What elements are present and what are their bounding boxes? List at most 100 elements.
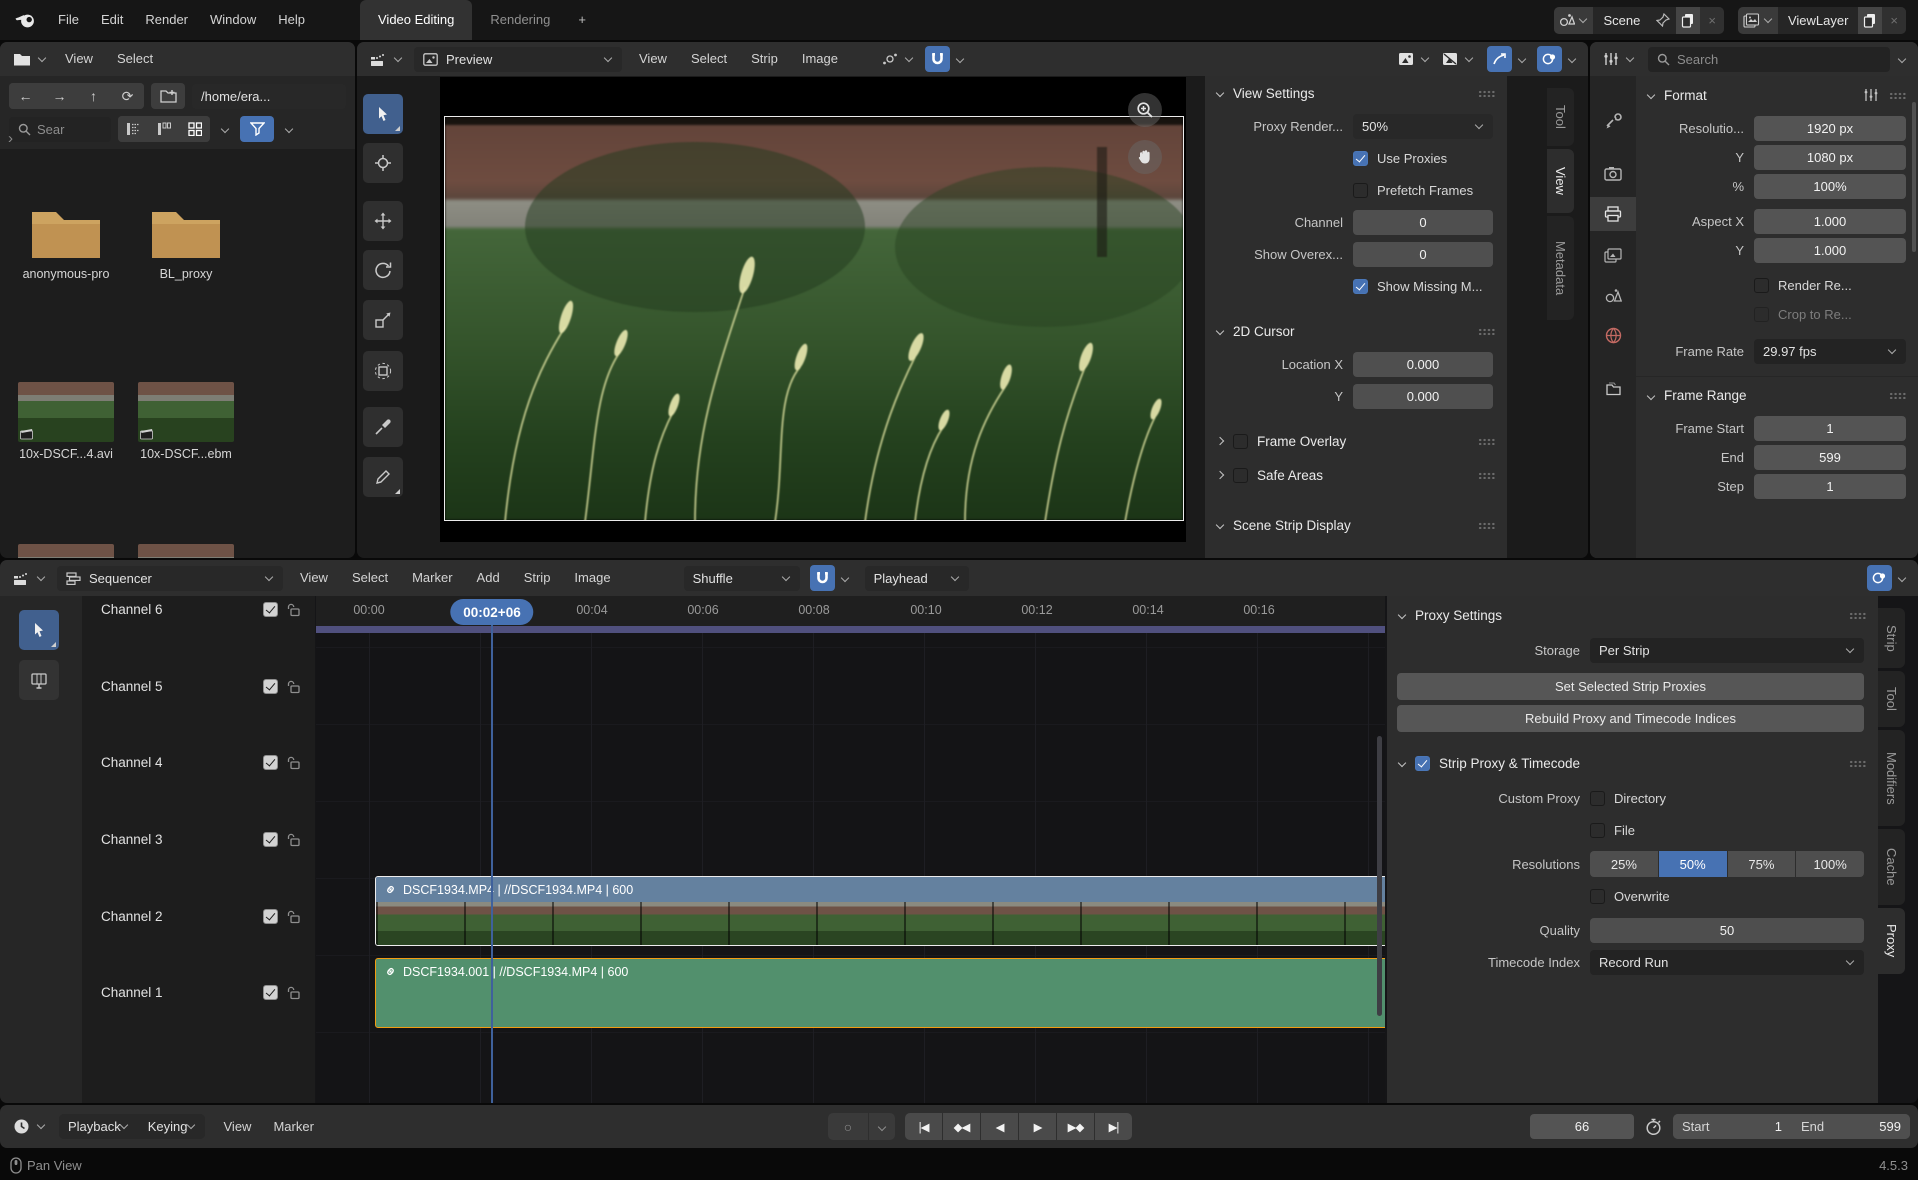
format-panel-header[interactable]: Format [1636,76,1918,114]
resolution-100-button[interactable]: 100% [1796,851,1864,877]
panel-drag-icon[interactable] [1889,92,1906,99]
channel-visibility-checkbox[interactable] [263,909,278,924]
video-strip[interactable]: DSCF1934.MP4 | //DSCF1934.MP4 | 600 [375,876,1385,946]
scale-tool[interactable] [363,300,403,340]
proxy-render-size-dropdown[interactable]: 50% [1353,114,1493,139]
playhead-menu-dropdown[interactable]: Playhead [865,566,969,591]
rotate-tool[interactable] [363,250,403,290]
panel-drag-icon[interactable] [1889,392,1906,399]
tab-metadata[interactable]: Metadata [1547,216,1574,320]
preview-canvas[interactable] [440,77,1186,542]
panel-drag-icon[interactable] [1849,612,1866,619]
list-item[interactable]: 10x-DSCF...4.avi [8,382,124,462]
menu-window[interactable]: Window [199,3,267,37]
snap-settings-dropdown-icon[interactable] [837,565,853,591]
tab-strip[interactable]: Strip [1878,608,1905,668]
custom-file-checkbox[interactable] [1590,823,1605,838]
use-proxies-checkbox[interactable] [1353,151,1368,166]
channel-visibility-checkbox[interactable] [263,985,278,1000]
output-properties-tab[interactable] [1590,197,1636,231]
fb-menu-view[interactable]: View [54,42,104,76]
scene-name[interactable]: Scene [1593,13,1650,28]
gizmos-icon[interactable] [1487,46,1512,72]
aspect-y-field[interactable]: 1.000 [1754,238,1906,263]
seq-menu-marker[interactable]: Marker [401,561,463,595]
play-button[interactable]: ▶ [1019,1113,1056,1140]
select-box-tool[interactable] [363,94,403,134]
previous-keyframe-button[interactable]: ◆◀ [943,1113,980,1140]
view-layer-properties-tab[interactable] [1590,238,1636,272]
menu-file[interactable]: File [47,3,90,37]
cursor-location-x-field[interactable]: 0.000 [1353,352,1493,377]
tab-cache[interactable]: Cache [1878,829,1905,905]
channel-visibility-checkbox[interactable] [263,832,278,847]
safe-areas-checkbox[interactable] [1233,468,1248,483]
menu-render[interactable]: Render [134,3,199,37]
thumbnail-display-icon[interactable] [180,116,210,142]
quality-field[interactable]: 50 [1590,918,1864,943]
transform-tool[interactable] [363,351,403,391]
sample-tool[interactable] [363,407,403,447]
audio-strip[interactable]: DSCF1934.001 | //DSCF1934.MP4 | 600 [375,958,1385,1028]
lock-open-icon[interactable] [287,985,302,1000]
playhead-badge[interactable]: 00:02+06 [450,599,533,625]
tab-tool[interactable]: Tool [1878,671,1905,727]
add-workspace-button[interactable]: + [568,0,596,40]
stopwatch-icon[interactable] [1640,1114,1667,1140]
tab-view[interactable]: View [1547,149,1574,213]
jump-to-start-button[interactable]: |◀ [905,1113,942,1140]
scene-strip-display-panel-header[interactable]: Scene Strip Display [1205,508,1507,542]
resolution-x-field[interactable]: 1920 px [1754,116,1906,141]
pivot-point-icon[interactable] [877,46,919,72]
overlays-icon[interactable] [1537,46,1562,72]
horizontal-list-display-icon[interactable] [149,116,179,142]
seq-menu-strip[interactable]: Strip [513,561,562,595]
overlay-image-toggle-icon[interactable] [1437,46,1479,72]
lock-open-icon[interactable] [287,679,302,694]
channel-row[interactable]: Channel 4 [82,724,315,800]
workspace-tab-rendering[interactable]: Rendering [472,0,568,40]
list-item[interactable] [128,544,244,558]
pv-menu-select[interactable]: Select [680,42,738,76]
panel-drag-icon[interactable] [1478,328,1495,335]
cursor-tool[interactable] [363,143,403,183]
frame-start-field[interactable]: 1 [1754,416,1906,441]
display-settings-dropdown-icon[interactable] [217,116,233,142]
tool-properties-tab[interactable] [1590,104,1636,138]
tab-tool[interactable]: Tool [1547,88,1574,146]
aspect-x-field[interactable]: 1.000 [1754,209,1906,234]
channel-visibility-checkbox[interactable] [263,679,278,694]
playhead-line[interactable] [491,624,493,1103]
pv-menu-image[interactable]: Image [791,42,849,76]
overlays-dropdown-icon[interactable] [1564,46,1580,72]
annotate-tool[interactable] [363,457,403,497]
render-region-checkbox[interactable] [1754,278,1769,293]
list-item[interactable]: BL_proxy [128,204,244,282]
frame-overlay-panel-header[interactable]: Frame Overlay [1205,424,1507,458]
seq-menu-add[interactable]: Add [466,561,511,595]
frame-overlay-checkbox[interactable] [1233,434,1248,449]
list-item[interactable]: anonymous-pro [8,204,124,282]
panel-drag-icon[interactable] [1849,760,1866,767]
custom-directory-checkbox[interactable] [1590,791,1605,806]
next-keyframe-button[interactable]: ▶◆ [1057,1113,1094,1140]
snap-mode-dropdown[interactable]: Shuffle [684,566,800,591]
tl-menu-marker[interactable]: Marker [262,1110,324,1144]
pv-menu-strip[interactable]: Strip [740,42,789,76]
filter-settings-dropdown-icon[interactable] [281,116,297,142]
remove-viewlayer-icon[interactable]: × [1882,7,1906,34]
snap-settings-dropdown-icon[interactable] [952,46,968,72]
auto-keying-record-button[interactable]: ○ [828,1113,868,1140]
new-scene-copy-icon[interactable] [1676,7,1700,34]
show-missing-media-checkbox[interactable] [1353,279,1368,294]
frame-end-field[interactable]: End599 [1792,1114,1910,1139]
editor-type-timeline-icon[interactable] [8,1114,51,1140]
channel-row[interactable]: Channel 6 [82,596,315,647]
refresh-icon[interactable]: ⟳ [111,83,144,109]
resolution-50-button[interactable]: 50% [1659,851,1727,877]
overwrite-checkbox[interactable] [1590,889,1605,904]
properties-filter-dropdown-icon[interactable] [1894,46,1910,72]
new-viewlayer-copy-icon[interactable] [1858,7,1882,34]
prefetch-frames-checkbox[interactable] [1353,183,1368,198]
list-item[interactable]: 10x-DSCF...ebm [128,382,244,462]
